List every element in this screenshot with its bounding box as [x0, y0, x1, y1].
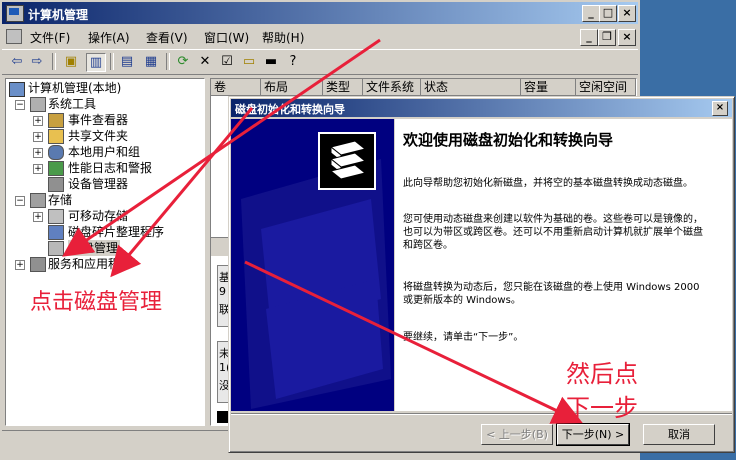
annotation-arrow-left	[62, 38, 381, 257]
annotation-next-step: 下一步	[566, 394, 638, 422]
annotation-arrow-left-secondary	[110, 107, 254, 278]
annotation-arrow-right	[244, 260, 583, 424]
annotation-click-disk-management: 点击磁盘管理	[30, 290, 163, 315]
annotation-then-click: 然后点	[566, 360, 638, 388]
